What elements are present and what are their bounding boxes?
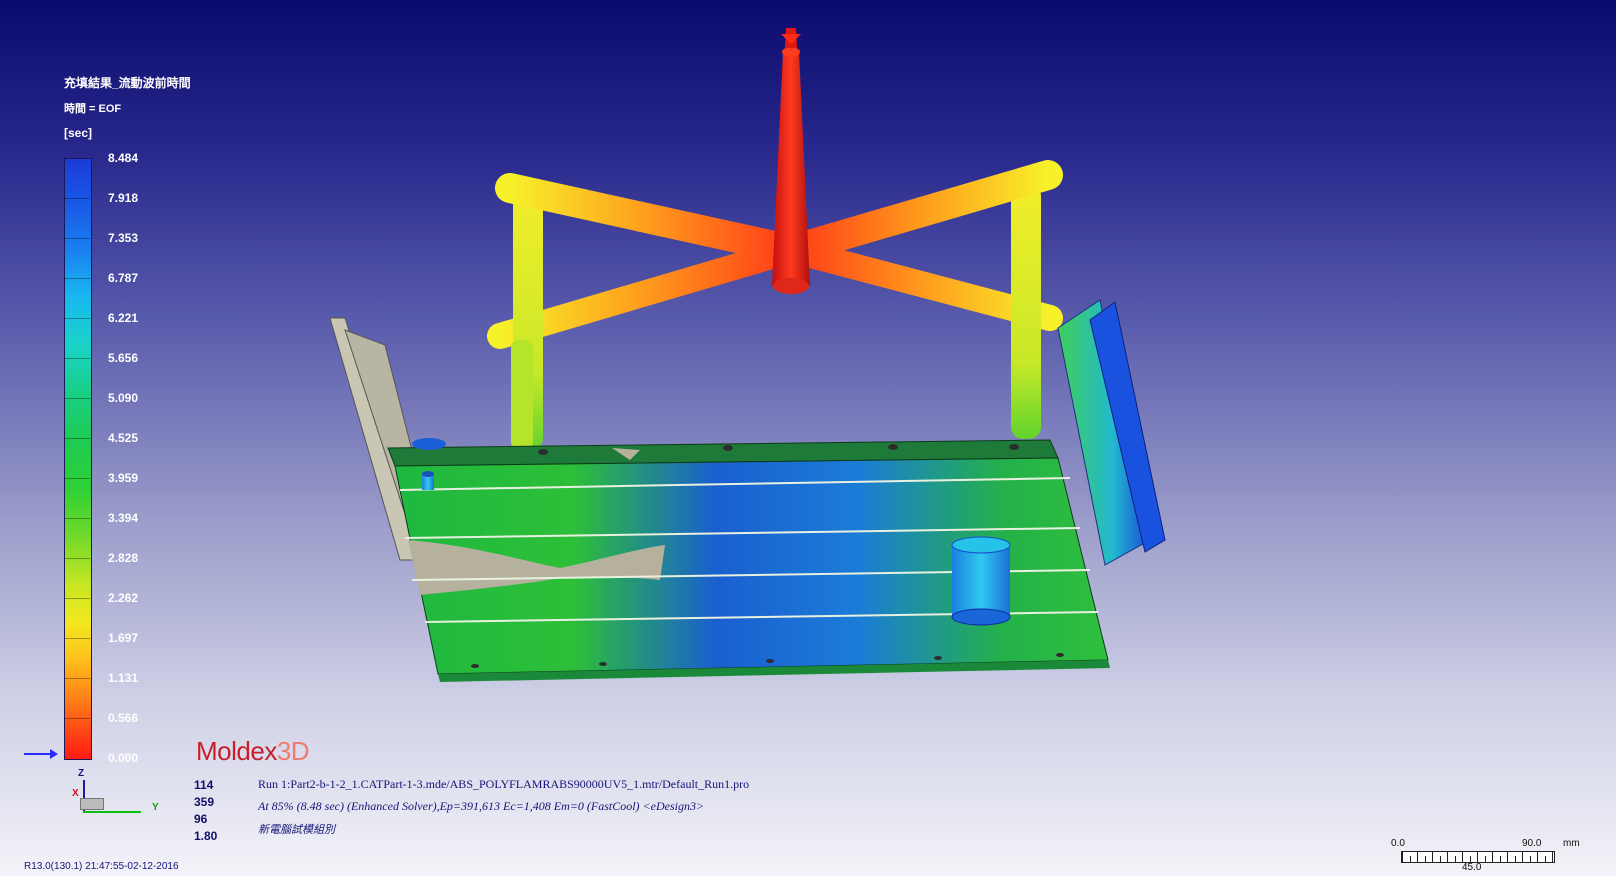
run-info-group: 新電腦試模組別 [258, 823, 335, 836]
scale-tick [1477, 852, 1478, 862]
scale-tick [1544, 856, 1546, 862]
version-timestamp: R13.0(130.1) 21:47:55-02-12-2016 [24, 861, 179, 872]
scale-tick [1492, 852, 1493, 862]
axis-y-line [83, 811, 141, 813]
scale-tick [1417, 852, 1418, 862]
scale-tick [1402, 852, 1403, 862]
run-info-path: Run 1:Part2-b-1-2_1.CATPart-1-3.mde/ABS_… [258, 777, 750, 791]
scale-tick [1552, 852, 1553, 862]
runner-front-right [777, 160, 1063, 265]
scale-tick [1447, 852, 1448, 862]
axis-triad-box-icon [80, 798, 104, 810]
stat-value-4: 1.80 [194, 829, 218, 843]
scale-start-label: 0.0 [1391, 838, 1405, 849]
scale-tick [1529, 856, 1531, 862]
scale-tick [1424, 856, 1426, 862]
drop-post-front-right [1011, 184, 1041, 439]
scale-tick [1409, 856, 1411, 862]
runner-front-left [495, 173, 807, 265]
axis-z-label: Z [78, 768, 85, 779]
stat-value-1: 114 [194, 778, 214, 792]
moldex3d-logo: Moldex3D [196, 736, 310, 767]
scale-tick [1537, 852, 1538, 862]
scale-tick [1439, 856, 1441, 862]
logo-name: Moldex [196, 736, 277, 766]
scale-tick [1432, 852, 1433, 862]
sprue [772, 52, 810, 286]
scale-tick [1507, 852, 1508, 862]
logo-suffix: 3D [276, 736, 310, 766]
scale-tick [1499, 856, 1501, 862]
scale-end-label: 90.0 [1522, 838, 1542, 849]
scale-tick [1522, 852, 1523, 862]
scale-mid-label: 45.0 [1462, 862, 1482, 873]
drop-post-back-left [511, 340, 533, 450]
scale-unit-label: mm [1563, 838, 1580, 849]
axis-y-label: Y [152, 802, 159, 813]
stat-value-3: 96 [194, 812, 208, 826]
boss-small-blue [412, 438, 446, 450]
boss-cylinder [952, 545, 1010, 617]
run-info-solver: At 85% (8.48 sec) (Enhanced Solver),Ep=3… [258, 799, 705, 813]
scale-tick [1462, 852, 1463, 862]
scale-tick [1484, 856, 1486, 862]
scale-tick [1454, 856, 1456, 862]
axis-x-label: X [72, 788, 79, 799]
stat-value-2: 359 [194, 795, 215, 809]
runner-back-left [487, 237, 805, 349]
runner-system [487, 28, 1063, 450]
scale-tick [1514, 856, 1516, 862]
